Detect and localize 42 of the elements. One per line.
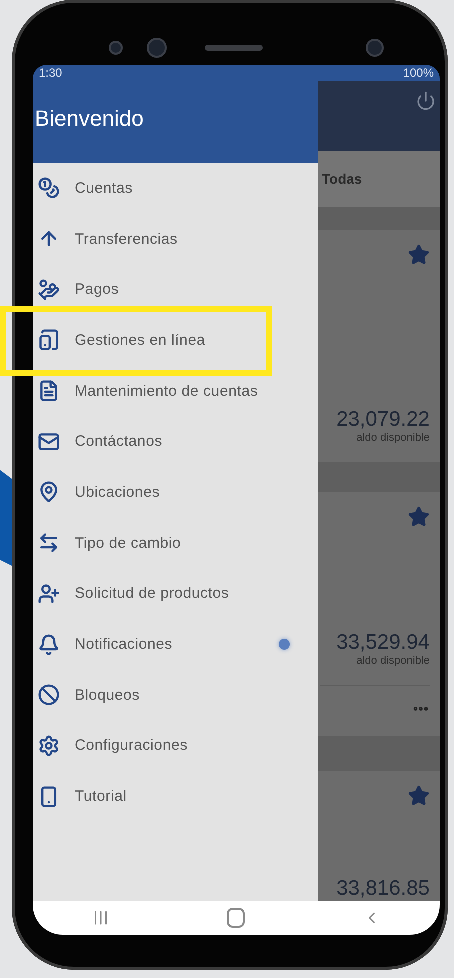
balance-caption: aldo disponible bbox=[356, 432, 430, 444]
balance-caption: aldo disponible bbox=[356, 655, 430, 668]
menu-item[interactable]: Ubicaciones bbox=[33, 467, 318, 518]
status-time: 1:30 bbox=[39, 66, 62, 80]
menu-item[interactable]: Cuentas bbox=[33, 163, 318, 214]
menu-item[interactable]: Contáctanos bbox=[33, 416, 318, 468]
power-icon[interactable] bbox=[416, 91, 436, 111]
menu-icon bbox=[38, 481, 60, 504]
menu-icon bbox=[38, 430, 60, 453]
menu-item[interactable]: Bloqueos bbox=[33, 670, 318, 721]
menu-icon bbox=[38, 532, 60, 554]
balance-amount: 33,816.85 bbox=[336, 877, 430, 901]
menu-item[interactable]: Mantenimiento de cuentas bbox=[33, 366, 318, 416]
menu-icon bbox=[38, 634, 60, 656]
menu-item[interactable]: Tipo de cambio bbox=[33, 518, 318, 568]
star-icon[interactable] bbox=[408, 244, 430, 266]
sensor-icon bbox=[109, 40, 123, 54]
camera-icon bbox=[147, 38, 167, 58]
speaker-icon bbox=[205, 44, 263, 50]
home-icon[interactable] bbox=[227, 908, 246, 928]
balance-amount: 23,079.22 bbox=[336, 408, 430, 432]
drawer-title: Bienvenido bbox=[35, 106, 144, 132]
filter-tab[interactable]: Todas bbox=[322, 170, 362, 187]
camera-icon bbox=[366, 38, 384, 56]
menu-icon bbox=[38, 582, 60, 605]
star-icon[interactable] bbox=[408, 506, 430, 528]
menu-icon bbox=[38, 684, 60, 706]
menu-item[interactable]: Configuraciones bbox=[33, 720, 318, 772]
menu-icon bbox=[38, 329, 60, 352]
menu-icon bbox=[38, 278, 60, 301]
battery-level: 100% bbox=[403, 66, 434, 80]
menu-icon bbox=[38, 734, 60, 757]
menu-item[interactable]: Notificaciones bbox=[33, 619, 318, 670]
menu-item[interactable]: Tutorial bbox=[33, 771, 318, 822]
menu-item[interactable]: Gestiones en línea bbox=[33, 315, 318, 366]
balance-amount: 33,529.94 bbox=[336, 631, 430, 656]
menu-item[interactable]: Pagos bbox=[33, 264, 318, 316]
menu-icon bbox=[38, 380, 60, 402]
menu-icon bbox=[38, 177, 60, 200]
menu-item[interactable]: Solicitud de productos bbox=[33, 568, 318, 620]
star-icon[interactable] bbox=[408, 785, 430, 808]
menu-item[interactable]: Transferencias bbox=[33, 214, 318, 264]
